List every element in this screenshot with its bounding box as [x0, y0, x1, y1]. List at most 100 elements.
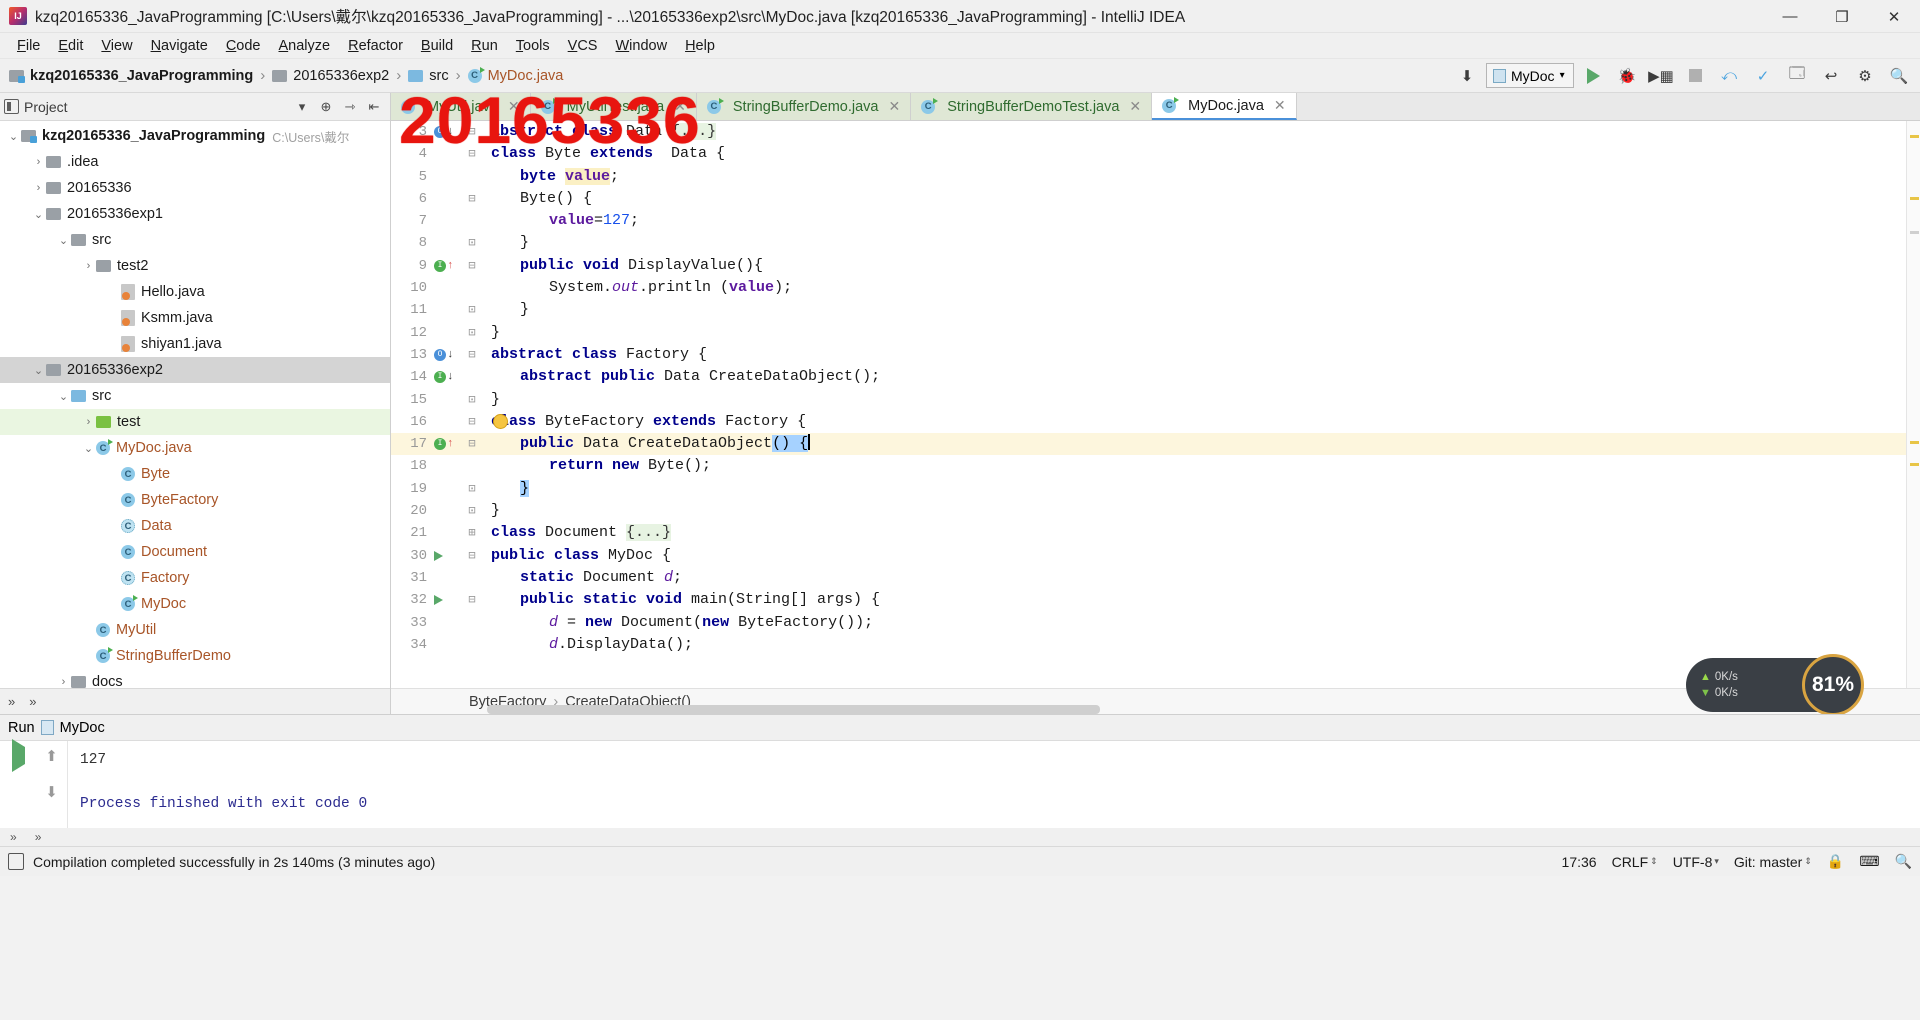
editor-tab-stringbufferdemotest-java[interactable]: C StringBufferDemoTest.java ✕: [911, 93, 1153, 120]
tree-node-stringbufferdemo[interactable]: ·CStringBufferDemo: [0, 643, 390, 669]
code-line[interactable]: 33 d = new Document(new ByteFactory());: [391, 612, 1906, 634]
breadcrumb-item-mydoc-java[interactable]: C MyDoc.java: [467, 66, 563, 84]
gutter-icon-area[interactable]: [431, 550, 461, 561]
code-line[interactable]: 19 ⊡}: [391, 478, 1906, 500]
implementing-method-icon[interactable]: I: [434, 438, 446, 451]
tree-node-data[interactable]: ·C Data: [0, 513, 390, 539]
code-text[interactable]: static Document d;: [483, 567, 682, 589]
chevron-down-icon[interactable]: ⌄: [81, 442, 96, 455]
more-icon[interactable]: »: [35, 830, 42, 844]
code-text[interactable]: class Document {...}: [483, 522, 672, 544]
gutter-icon-area[interactable]: O ↓: [431, 344, 461, 366]
tree-node-kzq20165336_javaprogramming[interactable]: ⌄ kzq20165336_JavaProgramming C:\Users\戴尔: [0, 123, 390, 149]
menu-item-window[interactable]: Window: [606, 36, 676, 56]
code-text[interactable]: return new Byte();: [483, 455, 711, 477]
gutter-icon-area[interactable]: I ↑: [431, 255, 461, 277]
vcs-history-icon[interactable]: 🗔: [1782, 63, 1812, 89]
code-line[interactable]: 11 ⊡}: [391, 299, 1906, 321]
editor-horizontal-scrollbar[interactable]: [487, 705, 1100, 714]
tree-node-docs[interactable]: › docs: [0, 669, 390, 688]
gutter-icon-area[interactable]: I ↓: [431, 366, 461, 388]
code-line[interactable]: 13 O ↓ ⊟ abstract class Factory {: [391, 344, 1906, 366]
code-line[interactable]: 6 ⊟ Byte() {: [391, 188, 1906, 210]
editor-tab-myutiltest-java[interactable]: C MyUtilTest.java ✕: [530, 93, 697, 120]
chevron-right-icon[interactable]: ›: [31, 182, 46, 194]
code-line[interactable]: 30 ⊟ public class MyDoc {: [391, 545, 1906, 567]
update-project-icon[interactable]: ⬇: [1452, 63, 1482, 89]
code-text[interactable]: Byte() {: [483, 188, 592, 210]
code-text[interactable]: }: [483, 500, 500, 522]
code-text[interactable]: abstract class Factory {: [483, 344, 707, 366]
project-tree[interactable]: ⌄ kzq20165336_JavaProgramming C:\Users\戴尔 ›…: [0, 121, 390, 688]
code-text[interactable]: public static void main(String[] args) {: [483, 589, 880, 611]
code-text[interactable]: public class MyDoc {: [483, 545, 671, 567]
close-tab-icon[interactable]: ✕: [1129, 98, 1141, 115]
undo-icon[interactable]: ↩: [1816, 63, 1846, 89]
close-tab-icon[interactable]: ✕: [1274, 97, 1286, 114]
tree-node-mydoc[interactable]: ·CMyDoc: [0, 591, 390, 617]
status-toggle-icon[interactable]: [8, 853, 24, 870]
fold-marker[interactable]: ⊟: [461, 433, 483, 455]
menu-item-build[interactable]: Build: [412, 36, 462, 56]
fold-marker[interactable]: ⊡: [461, 299, 483, 321]
code-line[interactable]: 15 ⊡}: [391, 389, 1906, 411]
chevron-down-icon[interactable]: ⌄: [56, 390, 71, 403]
more-toolwindows-icon[interactable]: »: [29, 694, 36, 709]
tree-node-factory[interactable]: ·C Factory: [0, 565, 390, 591]
expand-toolwindows-icon[interactable]: »: [8, 694, 15, 709]
code-text[interactable]: }: [483, 322, 500, 344]
debug-button[interactable]: 🐞: [1612, 63, 1642, 89]
vcs-commit-icon[interactable]: ✓: [1748, 63, 1778, 89]
code-editor[interactable]: 3 O ↓ ⊟ abstract class Data {...} 4 ⊟ class Byt…: [391, 121, 1920, 688]
code-line[interactable]: 5 byte value;: [391, 166, 1906, 188]
run-gutter-icon[interactable]: [434, 595, 443, 606]
code-text[interactable]: }: [483, 232, 529, 254]
code-line[interactable]: 21 ⊞ class Document {...}: [391, 522, 1906, 544]
chevron-down-icon[interactable]: ▾: [290, 95, 314, 119]
chevron-right-icon[interactable]: ›: [81, 416, 96, 428]
menu-item-run[interactable]: Run: [462, 36, 507, 56]
fold-marker[interactable]: ⊟: [461, 143, 483, 165]
run-gutter-icon[interactable]: [434, 550, 443, 561]
expand-icon[interactable]: »: [10, 830, 17, 844]
code-line[interactable]: 34 d.DisplayData();: [391, 634, 1906, 656]
status-line-separator[interactable]: CRLF ⇕: [1612, 854, 1658, 870]
code-line[interactable]: 14 I ↓ abstract public Data CreateDataObjec…: [391, 366, 1906, 388]
menu-item-analyze[interactable]: Analyze: [270, 36, 340, 56]
code-line[interactable]: 31 static Document d;: [391, 567, 1906, 589]
search-everywhere-icon[interactable]: 🔍: [1884, 63, 1914, 89]
editor-tab-stringbufferdemo-java[interactable]: C StringBufferDemo.java ✕: [696, 93, 912, 120]
menu-item-edit[interactable]: Edit: [49, 36, 92, 56]
menu-item-view[interactable]: View: [92, 36, 141, 56]
chevron-right-icon[interactable]: ›: [56, 676, 71, 688]
menu-item-navigate[interactable]: Navigate: [142, 36, 217, 56]
tree-node-src[interactable]: ⌄ src: [0, 383, 390, 409]
tree-node-myutil[interactable]: ·C MyUtil: [0, 617, 390, 643]
menu-item-refactor[interactable]: Refactor: [339, 36, 412, 56]
menu-item-tools[interactable]: Tools: [507, 36, 559, 56]
fold-marker[interactable]: ⊡: [461, 478, 483, 500]
code-text[interactable]: d.DisplayData();: [483, 634, 693, 656]
code-text[interactable]: byte value;: [483, 166, 619, 188]
fold-marker[interactable]: ⊡: [461, 322, 483, 344]
gutter-icon-area[interactable]: [431, 595, 461, 606]
fold-marker[interactable]: ⊟: [461, 589, 483, 611]
fold-marker[interactable]: ⊟: [461, 344, 483, 366]
code-text[interactable]: }: [483, 478, 530, 500]
editor-marker-gutter[interactable]: [1906, 121, 1920, 688]
code-line[interactable]: 3 O ↓ ⊟ abstract class Data {...}: [391, 121, 1906, 143]
chevron-right-icon[interactable]: ›: [81, 260, 96, 272]
run-config-name[interactable]: MyDoc: [60, 720, 105, 736]
event-log-icon[interactable]: ⌨: [1859, 853, 1879, 870]
implemented-method-icon[interactable]: I: [434, 371, 446, 384]
down-stack-icon[interactable]: ⬇: [45, 783, 58, 801]
fold-marker[interactable]: ⊟: [461, 411, 483, 433]
tree-node--idea[interactable]: › .idea: [0, 149, 390, 175]
fold-marker[interactable]: ⊡: [461, 389, 483, 411]
fold-marker[interactable]: ⊟: [461, 188, 483, 210]
tree-node-bytefactory[interactable]: ·C ByteFactory: [0, 487, 390, 513]
menu-item-code[interactable]: Code: [217, 36, 270, 56]
code-line[interactable]: 20 ⊡}: [391, 500, 1906, 522]
code-text[interactable]: public void DisplayValue(){: [483, 255, 763, 277]
code-line[interactable]: 10 System.out.println (value);: [391, 277, 1906, 299]
